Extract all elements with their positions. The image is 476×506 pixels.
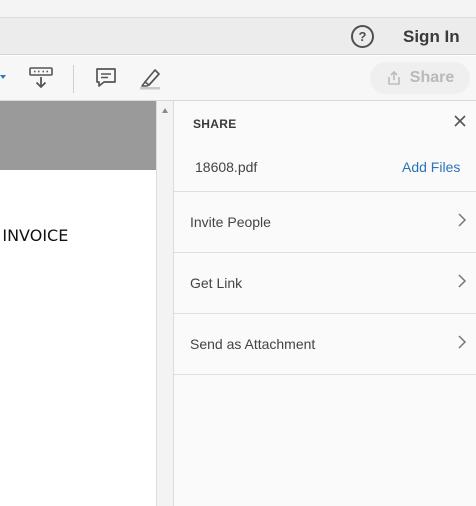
share-panel: SHARE 18608.pdf Add Files Invite People … — [174, 101, 476, 506]
chevron-right-icon — [458, 213, 467, 227]
document-scrollbar[interactable] — [156, 101, 174, 506]
chevron-right-icon — [458, 274, 467, 288]
share-button[interactable]: Share — [370, 62, 470, 94]
chevron-right-icon — [458, 335, 467, 349]
sign-in-link[interactable]: Sign In — [403, 27, 460, 47]
get-link-option[interactable]: Get Link — [174, 253, 476, 314]
share-button-label: Share — [409, 69, 455, 86]
highlighter-icon[interactable] — [137, 65, 163, 91]
dropdown-caret-icon[interactable] — [0, 75, 6, 79]
shared-file-row: 18608.pdf Add Files — [174, 144, 476, 192]
option-label: Invite People — [190, 214, 271, 230]
toolbar: Share — [0, 56, 476, 101]
help-glyph: ? — [358, 29, 367, 44]
add-files-link[interactable]: Add Files — [402, 159, 460, 175]
document-text: CE INVOICE — [0, 226, 69, 245]
pin-download-icon[interactable] — [28, 65, 54, 91]
share-panel-title: SHARE — [193, 117, 237, 131]
document-view[interactable]: CE INVOICE — [0, 101, 156, 506]
window-top-strip — [0, 0, 476, 18]
toolbar-divider — [73, 65, 74, 93]
close-icon[interactable] — [450, 111, 470, 131]
option-label: Get Link — [190, 275, 243, 291]
question-circle-icon[interactable]: ? — [351, 25, 374, 48]
scroll-up-arrow-icon[interactable] — [162, 108, 168, 113]
invite-people-option[interactable]: Invite People — [174, 192, 476, 253]
share-upload-icon — [387, 70, 400, 85]
file-name: 18608.pdf — [195, 159, 258, 175]
send-as-attachment-option[interactable]: Send as Attachment — [174, 314, 476, 375]
comment-icon[interactable] — [93, 65, 119, 91]
document-header-band — [0, 101, 156, 170]
option-label: Send as Attachment — [190, 336, 316, 352]
top-menu-bar: ? Sign In — [0, 18, 476, 55]
